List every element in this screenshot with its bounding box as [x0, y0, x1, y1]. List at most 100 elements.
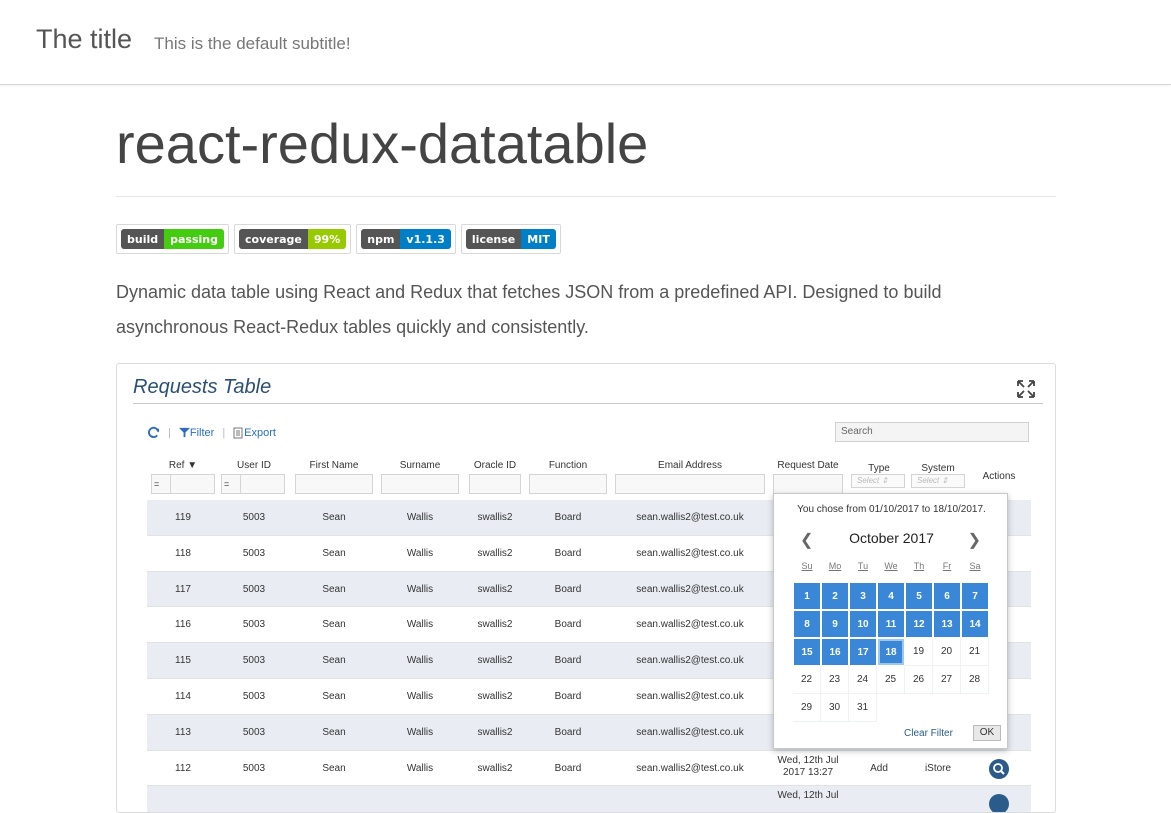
cell-ref: 118: [175, 547, 191, 559]
ok-button[interactable]: OK: [973, 725, 1001, 741]
view-details-button[interactable]: [989, 794, 1009, 812]
column-header-oracle-id[interactable]: Oracle ID: [469, 460, 521, 471]
view-details-button[interactable]: [989, 758, 1009, 779]
calendar-day[interactable]: 18: [877, 638, 905, 666]
calendar-day[interactable]: 29: [793, 694, 821, 722]
system-filter-select[interactable]: Select ⇕: [911, 474, 965, 488]
cell-email: sean.wallis2@test.co.uk: [636, 762, 744, 774]
badge-value: 99%: [307, 229, 347, 249]
cell-function: Board: [554, 512, 582, 523]
cell-email: sean.wallis2@test.co.uk: [636, 655, 744, 667]
expand-icon[interactable]: [1017, 380, 1035, 398]
column-header-surname[interactable]: Surname: [381, 460, 459, 471]
cell-user-id: 5003: [242, 583, 266, 595]
filter-operator[interactable]: =: [224, 479, 229, 489]
search-icon: [993, 762, 1005, 775]
demo-screenshot: Requests Table | Filter | Export Search …: [116, 363, 1056, 813]
column-header-type[interactable]: Type: [847, 463, 911, 474]
column-header-request-date[interactable]: Request Date: [773, 460, 843, 471]
badge-key: coverage: [239, 229, 308, 249]
cell-function: Board: [554, 619, 582, 631]
cell-ref: 117: [175, 583, 191, 595]
cell-email: sean.wallis2@test.co.uk: [636, 726, 744, 738]
calendar-day[interactable]: 15: [793, 638, 821, 666]
calendar-day[interactable]: 27: [933, 666, 961, 694]
calendar-day[interactable]: 2: [821, 582, 849, 610]
calendar-day[interactable]: 28: [961, 666, 989, 694]
calendar-day[interactable]: 26: [905, 666, 933, 694]
column-header-first-name[interactable]: First Name: [295, 460, 373, 471]
column-header-user-id[interactable]: User ID: [227, 460, 281, 471]
cell-type: Add: [870, 762, 888, 774]
calendar-day[interactable]: 17: [849, 638, 877, 666]
ref-filter-input[interactable]: =: [151, 474, 215, 494]
email-filter-input[interactable]: [615, 474, 765, 494]
cell-oracle-id: swallis2: [477, 762, 513, 774]
next-month-button[interactable]: ❯: [968, 530, 981, 550]
refresh-icon[interactable]: [147, 426, 160, 439]
calendar-day[interactable]: 20: [933, 638, 961, 666]
table-search-input[interactable]: Search: [835, 422, 1029, 442]
function-filter-input[interactable]: [529, 474, 607, 494]
calendar-day[interactable]: 19: [905, 638, 933, 666]
calendar-day[interactable]: 30: [821, 694, 849, 722]
badge-coverage[interactable]: coverage 99%: [234, 224, 352, 254]
calendar-day[interactable]: 23: [821, 666, 849, 694]
cell-function: Board: [554, 726, 582, 738]
calendar-day[interactable]: 5: [905, 582, 933, 610]
cell-function: Board: [554, 547, 582, 559]
toolbar-separator: |: [222, 426, 226, 439]
table-row[interactable]: 112 5003 Sean Wallis swallis2 Board sean…: [147, 750, 1031, 787]
calendar-day[interactable]: 10: [849, 610, 877, 638]
column-header-function[interactable]: Function: [529, 460, 607, 471]
calendar-day[interactable]: 6: [933, 582, 961, 610]
calendar-day[interactable]: 14: [961, 610, 989, 638]
cell-ref: 112: [175, 762, 191, 774]
calendar-day[interactable]: 31: [849, 694, 877, 722]
table-row[interactable]: Wed, 12th Jul: [147, 786, 1031, 812]
user-id-filter-input[interactable]: =: [221, 474, 285, 494]
calendar-day[interactable]: 22: [793, 666, 821, 694]
badge-npm[interactable]: npm v1.1.3: [356, 224, 456, 254]
filter-operator[interactable]: =: [154, 479, 159, 489]
calendar-day[interactable]: 11: [877, 610, 905, 638]
column-header-system[interactable]: System: [911, 463, 965, 474]
calendar-day[interactable]: 7: [961, 582, 989, 610]
badge-build[interactable]: build passing: [116, 224, 229, 254]
calendar-day[interactable]: 24: [849, 666, 877, 694]
column-header-ref[interactable]: Ref ▼: [165, 460, 201, 471]
filter-button[interactable]: Filter: [178, 427, 214, 439]
cell-oracle-id: swallis2: [477, 655, 513, 667]
cell-oracle-id: swallis2: [477, 619, 513, 631]
calendar-day[interactable]: 25: [877, 666, 905, 694]
oracle-id-filter-input[interactable]: [469, 474, 521, 494]
calendar-day[interactable]: 12: [905, 610, 933, 638]
export-button[interactable]: Export: [233, 427, 276, 439]
cell-first-name: Sean: [322, 655, 346, 667]
column-header-email[interactable]: Email Address: [615, 460, 765, 471]
cell-first-name: Sean: [322, 547, 346, 559]
calendar-day[interactable]: 16: [821, 638, 849, 666]
badge-license[interactable]: license MIT: [460, 224, 561, 254]
calendar-day[interactable]: 4: [877, 582, 905, 610]
calendar-day[interactable]: 13: [933, 610, 961, 638]
site-title[interactable]: The title: [36, 24, 132, 55]
badge-value: passing: [164, 229, 224, 249]
calendar-day[interactable]: 3: [849, 582, 877, 610]
type-filter-select[interactable]: Select ⇕: [851, 474, 905, 488]
cell-first-name: Sean: [322, 690, 346, 702]
badge-key: license: [465, 229, 522, 249]
calendar-day[interactable]: 8: [793, 610, 821, 638]
cell-request-date: Wed, 12th Jul: [777, 790, 839, 802]
badge-key: npm: [361, 229, 401, 249]
calendar-day[interactable]: 9: [821, 610, 849, 638]
surname-filter-input[interactable]: [381, 474, 459, 494]
site-subtitle: This is the default subtitle!: [154, 34, 351, 53]
calendar-day[interactable]: 1: [793, 582, 821, 610]
date-range-picker[interactable]: You chose from 01/10/2017 to 18/10/2017.…: [773, 493, 1008, 749]
clear-filter-button[interactable]: Clear Filter: [904, 728, 953, 739]
first-name-filter-input[interactable]: [295, 474, 373, 494]
request-date-filter-input[interactable]: [773, 474, 843, 494]
weekday-label: Sa: [969, 561, 981, 571]
calendar-day[interactable]: 21: [961, 638, 989, 666]
